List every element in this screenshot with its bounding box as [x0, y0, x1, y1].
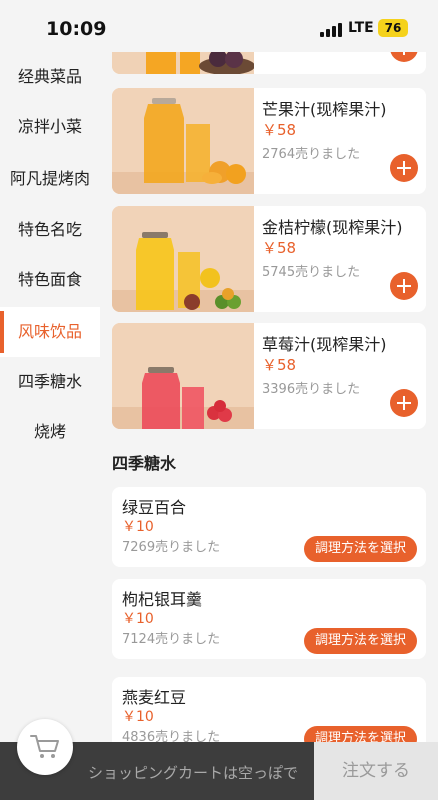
product-card[interactable]: 燕麦红豆 ￥10 4836売りました 調理方法を選択: [112, 677, 426, 742]
section-title: 四季糖水: [112, 454, 177, 473]
product-card[interactable]: 枸杞银耳羹 ￥10 7124売りました 調理方法を選択: [112, 579, 426, 659]
strawberry-juice-image: [112, 323, 254, 429]
signal-icon: [320, 23, 342, 37]
add-to-cart-button[interactable]: [390, 154, 418, 182]
sidebar-item-specialty-snacks[interactable]: 特色名吃: [0, 205, 100, 255]
product-name: 芒果汁(现榨果汁): [262, 100, 387, 119]
product-name: 金桔柠檬(现榨果汁): [262, 218, 403, 237]
product-sold-count: 7124売りました: [122, 632, 221, 647]
status-bar: 10:09 LTE 76: [0, 0, 438, 56]
product-card[interactable]: 芒果汁(现榨果汁) ￥58 2764売りました: [112, 88, 426, 194]
add-to-cart-button[interactable]: [390, 389, 418, 417]
sidebar-item-afanti-bbq[interactable]: 阿凡提烤肉: [0, 154, 100, 204]
product-card[interactable]: 绿豆百合 ￥10 7269売りました 調理方法を選択: [112, 487, 426, 567]
add-to-cart-button[interactable]: [390, 272, 418, 300]
network-type: LTE: [348, 20, 374, 36]
menu-list[interactable]: 芒果汁(现榨果汁) ￥58 2764売りました 金桔柠檬(现榨果汁) ￥58 5…: [100, 52, 438, 742]
sidebar-item-bbq[interactable]: 烧烤: [0, 407, 100, 457]
cart-button[interactable]: [17, 719, 73, 775]
product-sold-count: 5745売りました: [262, 265, 361, 280]
cart-empty-text: ショッピングカートは空っぽで: [88, 764, 299, 782]
product-card[interactable]: 草莓汁(现榨果汁) ￥58 3396売りました: [112, 323, 426, 429]
product-card-partial: [112, 52, 426, 74]
mango-juice-image: [112, 88, 254, 194]
product-sold-count: 3396売りました: [262, 382, 361, 397]
sidebar-item-specialty-noodles[interactable]: 特色面食: [0, 255, 100, 305]
product-price: ￥10: [122, 709, 154, 725]
product-sold-count: 2764売りました: [262, 147, 361, 162]
product-name: 枸杞银耳羹: [122, 590, 203, 609]
product-price: ￥10: [122, 519, 154, 535]
kumquat-lemon-image: [112, 206, 254, 312]
product-card[interactable]: 金桔柠檬(现榨果汁) ￥58 5745売りました: [112, 206, 426, 312]
sidebar-item-cold-dishes[interactable]: 凉拌小菜: [0, 102, 100, 152]
sidebar-item-drinks[interactable]: 风味饮品: [0, 307, 100, 357]
product-name: 燕麦红豆: [122, 688, 187, 707]
product-sold-count: 4836売りました: [122, 730, 221, 742]
product-image: [112, 52, 254, 74]
select-method-button[interactable]: 調理方法を選択: [304, 628, 417, 654]
clock: 10:09: [46, 18, 107, 40]
category-sidebar: 经典菜品 凉拌小菜 阿凡提烤肉 特色名吃 特色面食 风味饮品 四季糖水 烧烤: [0, 52, 100, 800]
select-method-button[interactable]: 調理方法を選択: [304, 536, 417, 562]
product-price: ￥58: [262, 121, 297, 139]
product-price: ￥10: [122, 611, 154, 627]
select-method-button[interactable]: 調理方法を選択: [304, 726, 417, 742]
sidebar-item-classic-dishes[interactable]: 经典菜品: [0, 52, 100, 102]
order-button[interactable]: 注文する: [314, 742, 438, 800]
cart-icon: [30, 735, 59, 758]
battery-icon: 76: [378, 19, 408, 37]
sidebar-item-sweet-soups[interactable]: 四季糖水: [0, 357, 100, 407]
product-price: ￥58: [262, 356, 297, 374]
product-name: 草莓汁(现榨果汁): [262, 335, 387, 354]
product-sold-count: 7269売りました: [122, 540, 221, 555]
product-name: 绿豆百合: [122, 498, 187, 517]
product-price: ￥58: [262, 239, 297, 257]
add-to-cart-button[interactable]: [390, 52, 418, 62]
